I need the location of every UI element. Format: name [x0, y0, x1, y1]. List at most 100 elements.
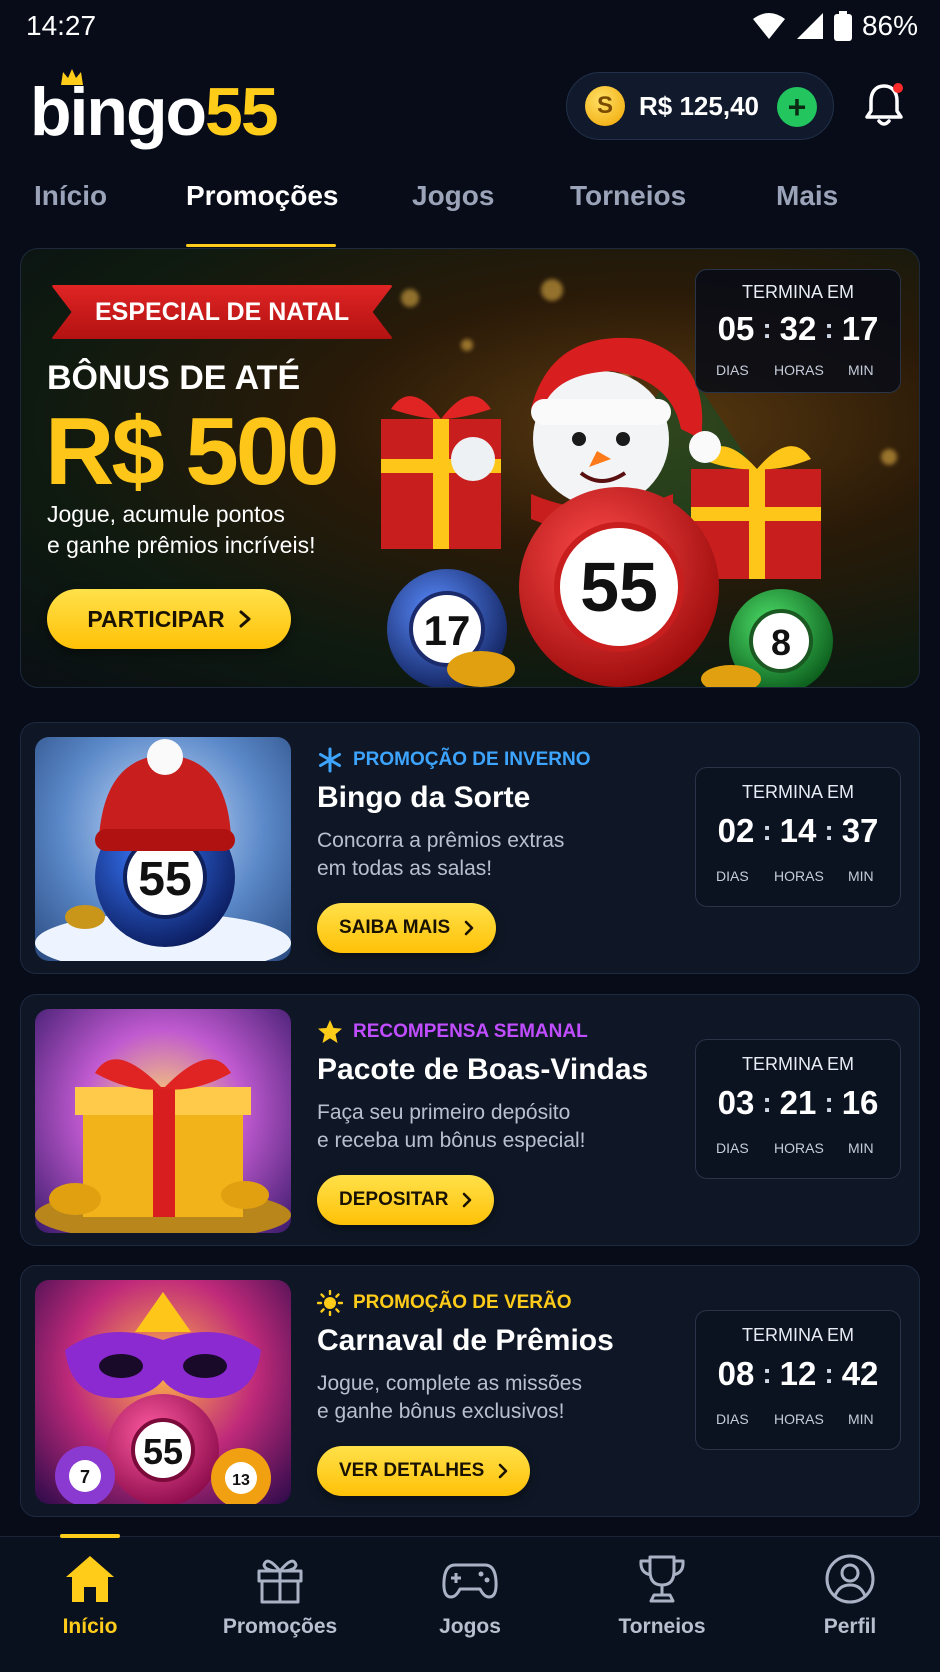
- bingo-ball-winter-image: 55: [35, 737, 291, 961]
- promo-description-line2: e ganhe bônus exclusivos!: [317, 1400, 565, 1423]
- tab-inicio[interactable]: Início: [34, 180, 107, 212]
- promo-category-label: PROMOÇÃO DE VERÃO: [353, 1292, 572, 1313]
- wallet-amount: R$ 125,40: [639, 90, 759, 121]
- promo-description-line2: e receba um bônus especial!: [317, 1129, 586, 1152]
- logo-text: bingo: [30, 74, 207, 150]
- top-tabs: Início Promoções Jogos Torneios Mais: [0, 170, 940, 248]
- countdown-hours: 32: [779, 310, 817, 347]
- label-days: DIAS: [716, 868, 749, 884]
- chevron-right-icon: [463, 1192, 472, 1208]
- home-icon: [66, 1556, 114, 1602]
- countdown-values: 02: 14: 37: [717, 812, 879, 849]
- promo-description-line1: Faça seu primeiro depósito: [317, 1101, 571, 1124]
- hero-description-line1: Jogue, acumule pontos: [47, 501, 285, 527]
- countdown-hours: 12: [779, 1355, 817, 1392]
- app-header: bingo55 S R$ 125,40 +: [0, 64, 940, 154]
- promo-category: PROMOÇÃO DE INVERNO: [317, 747, 591, 773]
- sun-icon: [317, 1290, 343, 1316]
- promo3-ball-7: 7: [80, 1467, 90, 1487]
- countdown-minutes: 16: [841, 1084, 879, 1121]
- label-days: DIAS: [716, 1140, 749, 1156]
- nav-label: Perfil: [823, 1615, 877, 1638]
- label-minutes: MIN: [848, 362, 874, 378]
- christmas-ribbon: ESPECIAL DE NATAL: [51, 285, 394, 339]
- nav-promocoes[interactable]: Promoções: [200, 1553, 360, 1639]
- nav-jogos[interactable]: Jogos: [390, 1553, 550, 1639]
- label-days: DIAS: [716, 1411, 749, 1427]
- promo-description: Concorra a prêmios extras em todas as sa…: [317, 827, 647, 883]
- gift-icon: [257, 1559, 303, 1604]
- tab-jogos[interactable]: Jogos: [412, 180, 494, 212]
- countdown-values: 08: 12: 42: [717, 1355, 879, 1392]
- tab-promocoes[interactable]: Promoções: [186, 180, 339, 212]
- label-minutes: MIN: [848, 1411, 874, 1427]
- logo-number: 55: [205, 74, 279, 150]
- promo-countdown: TERMINA EM 08: 12: 42 DIAS HORAS MIN: [695, 1310, 901, 1450]
- bottom-navigation: Início Promoções Jogos Torneios Perfil: [0, 1534, 940, 1672]
- christmas-hero-banner[interactable]: ESPECIAL DE NATAL BÔNUS DE ATÉ R$ 500 Jo…: [20, 248, 920, 688]
- countdown-days: 08: [717, 1355, 755, 1392]
- promo1-ball-55: 55: [138, 853, 191, 906]
- saiba-mais-label: SAIBA MAIS: [339, 917, 451, 938]
- promo-description-line1: Concorra a prêmios extras: [317, 829, 565, 852]
- countdown-title: TERMINA EM: [741, 282, 854, 302]
- battery-icon: [833, 11, 852, 41]
- promo-countdown: TERMINA EM 02: 14: 37 DIAS HORAS MIN: [695, 767, 901, 907]
- nav-perfil[interactable]: Perfil: [770, 1553, 930, 1639]
- notifications-button[interactable]: [862, 80, 906, 133]
- tab-mais[interactable]: Mais: [776, 180, 838, 212]
- promo-countdown: TERMINA EM 03: 21: 16 DIAS HORAS MIN: [695, 1039, 901, 1179]
- hero-ball-55: 55: [580, 548, 658, 626]
- countdown-days: 05: [717, 310, 755, 347]
- countdown-values: 05: 32: 17: [717, 310, 879, 347]
- gamepad-icon: [442, 1563, 498, 1599]
- nav-torneios[interactable]: Torneios: [582, 1553, 742, 1639]
- snowflake-icon: [319, 747, 341, 773]
- active-nav-indicator: [60, 1534, 120, 1538]
- saiba-mais-button[interactable]: SAIBA MAIS: [317, 903, 497, 953]
- promo-card-carnaval-de-premios[interactable]: 55 7 13 PROMOÇÃO DE VERÃO Carnaval de Pr…: [20, 1265, 920, 1517]
- countdown-hours: 14: [779, 812, 817, 849]
- participar-label: PARTICIPAR: [87, 605, 225, 632]
- battery-percent: 86%: [861, 10, 918, 41]
- promo-card-bingo-da-sorte[interactable]: 55 PROMOÇÃO DE INVERNO Bingo da Sorte Co…: [20, 722, 920, 974]
- nav-inicio[interactable]: Início: [10, 1553, 170, 1639]
- wallet-balance[interactable]: S R$ 125,40 +: [566, 72, 834, 140]
- promo-category-label: RECOMPENSA SEMANAL: [353, 1021, 588, 1042]
- promo-category: PROMOÇÃO DE VERÃO: [317, 1290, 572, 1316]
- label-hours: HORAS: [774, 1411, 824, 1427]
- countdown-days: 03: [717, 1084, 755, 1121]
- status-icons: 86%: [752, 10, 918, 42]
- app-logo[interactable]: bingo55: [30, 69, 279, 152]
- depositar-label: DEPOSITAR: [339, 1189, 449, 1210]
- crown-icon: [61, 69, 83, 85]
- label-minutes: MIN: [848, 1140, 874, 1156]
- tab-torneios[interactable]: Torneios: [570, 180, 686, 212]
- promo-title: Pacote de Boas-Vindas: [317, 1053, 649, 1086]
- hero-bonus-amount: R$ 500: [45, 398, 340, 505]
- ver-detalhes-button[interactable]: VER DETALHES: [317, 1446, 531, 1496]
- promo-card-pacote-boas-vindas[interactable]: RECOMPENSA SEMANAL Pacote de Boas-Vindas…: [20, 994, 920, 1246]
- hero-description: Jogue, acumule pontos e ganhe prêmios in…: [47, 499, 377, 561]
- wifi-icon: [752, 13, 785, 39]
- add-funds-button[interactable]: +: [777, 87, 817, 127]
- countdown-title: TERMINA EM: [741, 1054, 854, 1074]
- hero-subtitle: BÔNUS DE ATÉ: [47, 359, 301, 397]
- nav-label: Jogos: [439, 1615, 501, 1638]
- status-bar: 14:27 86%: [0, 0, 940, 56]
- countdown-values: 03: 21: 16: [717, 1084, 879, 1121]
- promo-category-label: PROMOÇÃO DE INVERNO: [353, 749, 591, 770]
- trophy-icon: [639, 1555, 685, 1603]
- hero-description-line2: e ganhe prêmios incríveis!: [47, 532, 316, 558]
- countdown-title: TERMINA EM: [741, 782, 854, 802]
- hero-countdown: TERMINA EM 05: 32: 17 DIAS HORAS MIN: [695, 269, 901, 393]
- chevron-right-icon: [499, 1463, 508, 1479]
- hero-ball-8: 8: [771, 622, 791, 663]
- label-minutes: MIN: [848, 868, 874, 884]
- participar-button[interactable]: PARTICIPAR: [47, 589, 291, 649]
- bell-icon: [865, 83, 903, 126]
- depositar-button[interactable]: DEPOSITAR: [317, 1175, 495, 1225]
- golden-gift-image: [35, 1009, 291, 1233]
- hero-ball-17: 17: [424, 607, 471, 654]
- star-icon: [318, 1020, 342, 1043]
